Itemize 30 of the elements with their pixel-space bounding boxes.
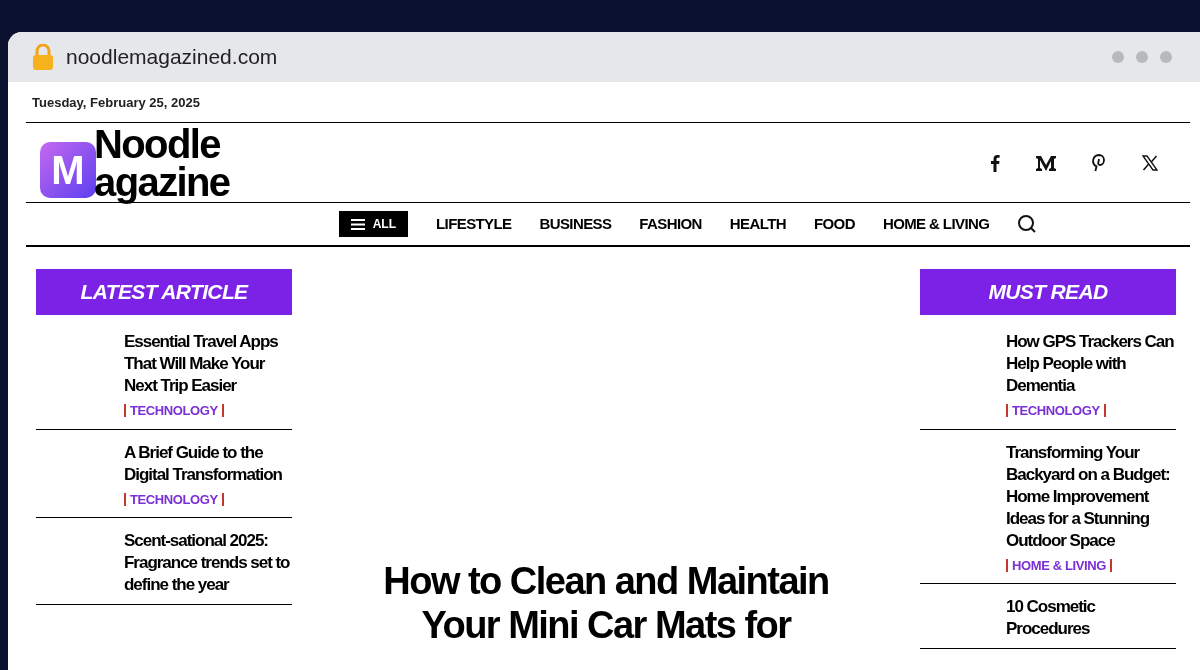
nav-link[interactable]: FASHION — [639, 212, 702, 236]
nav-link[interactable]: BUSINESS — [539, 212, 612, 236]
nav-link[interactable]: HEALTH — [729, 212, 786, 236]
menu-icon — [350, 218, 365, 230]
nav-link[interactable]: FOOD — [813, 212, 855, 236]
article-title[interactable]: How GPS Trackers Can Help People with Dementia — [1006, 331, 1176, 397]
search-icon[interactable] — [1017, 214, 1038, 234]
section-heading: LATEST ARTICLE — [36, 269, 292, 315]
featured-headline[interactable]: How to Clean and Maintain Your Mini Car Mats for — [376, 559, 836, 647]
section-heading: MUST READ — [920, 269, 1176, 315]
medium-icon[interactable] — [1036, 154, 1056, 171]
category-link[interactable]: TECHNOLOGY — [130, 401, 218, 421]
article-title[interactable]: Essential Travel Apps That Will Make Your Next Trip Easier — [124, 331, 292, 397]
nav-link[interactable]: LIFESTYLE — [436, 212, 512, 236]
url-text[interactable]: noodlemagazined.com — [66, 41, 278, 73]
category-link[interactable]: TECHNOLOGY — [1012, 401, 1100, 421]
date-text: Tuesday, February 25, 2025 — [31, 95, 200, 110]
category-link[interactable]: TECHNOLOGY — [130, 489, 218, 509]
nav-link[interactable]: HOME & LIVING — [882, 212, 990, 236]
article-title[interactable]: 10 Cosmetic Procedures — [1006, 596, 1176, 640]
all-menu-button[interactable]: ALL — [338, 211, 409, 237]
article-title[interactable]: Transforming Your Backyard on a Budget: Home Improvement Ideas for a Stunning Outdoor Space — [1006, 441, 1176, 552]
x-icon[interactable] — [1142, 154, 1158, 171]
article-title[interactable]: A Brief Guide to the Digital Transformation — [124, 441, 292, 486]
window-dots-icon[interactable] — [1112, 51, 1172, 63]
lock-icon — [32, 44, 54, 70]
pinterest-icon[interactable] — [1092, 153, 1106, 172]
article-title[interactable]: Scent-sational 2025: Fragrance trends set to define the year — [124, 530, 292, 596]
facebook-icon[interactable] — [990, 153, 1000, 172]
category-link[interactable]: HOME & LIVING — [1012, 555, 1106, 575]
